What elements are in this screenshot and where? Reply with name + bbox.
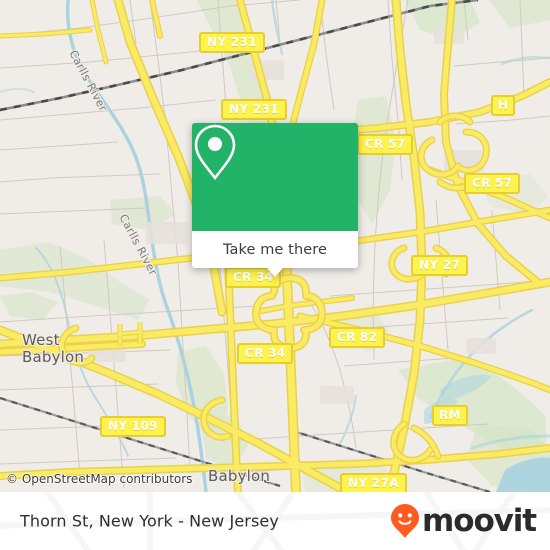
road-shield-label: RM bbox=[439, 408, 461, 422]
road-shield-label: NY 27 bbox=[419, 258, 461, 272]
road-shield-label: NY 27A bbox=[348, 476, 399, 490]
map-canvas[interactable]: West Babylon Babylon Carlls River Carlls… bbox=[0, 0, 550, 492]
road-shield-ny-109[interactable]: NY 109 bbox=[100, 416, 166, 437]
road-shield-rm[interactable]: RM bbox=[432, 405, 468, 426]
road-shield-label: NY 109 bbox=[108, 419, 158, 433]
popup-action-bar[interactable]: Take me there bbox=[192, 231, 358, 268]
road-shield-label: H bbox=[498, 98, 509, 112]
road-shield-label: NY 231 bbox=[229, 102, 279, 116]
road-shield-label: NY 231 bbox=[207, 35, 257, 49]
road-shield-ny-27[interactable]: NY 27 bbox=[411, 255, 469, 276]
road-shield-cr-34-south[interactable]: CR 34 bbox=[237, 343, 294, 364]
popup-image-placeholder bbox=[192, 123, 358, 231]
road-shield-ny-231-south[interactable]: NY 231 bbox=[221, 99, 287, 120]
moovit-wordmark: moovit bbox=[422, 502, 537, 539]
take-me-there-button[interactable]: Take me there bbox=[223, 242, 327, 258]
moovit-smiley-pin-icon bbox=[391, 504, 420, 538]
road-shield-label: CR 82 bbox=[337, 330, 378, 344]
road-shield-h[interactable]: H bbox=[491, 95, 516, 116]
road-shield-label: CR 57 bbox=[365, 137, 406, 151]
road-shield-label: CR 34 bbox=[245, 346, 286, 360]
road-shield-cr-57-west[interactable]: CR 57 bbox=[357, 134, 414, 155]
popup-pointer-tail bbox=[267, 268, 283, 277]
location-popup-card[interactable]: Take me there bbox=[192, 123, 358, 277]
road-shield-ny-27a[interactable]: NY 27A bbox=[340, 473, 407, 492]
footer-bar: Thorn St, New York - New Jersey moovit bbox=[0, 492, 550, 550]
road-shield-cr-57-east[interactable]: CR 57 bbox=[464, 173, 521, 194]
road-shield-label: CR 57 bbox=[472, 176, 513, 190]
road-shield-ny-231-north[interactable]: NY 231 bbox=[199, 32, 265, 53]
road-shield-cr-82[interactable]: CR 82 bbox=[329, 327, 386, 348]
moovit-map-screenshot: West Babylon Babylon Carlls River Carlls… bbox=[0, 0, 550, 550]
openstreetmap-attribution[interactable]: © OpenStreetMap contributors bbox=[6, 472, 192, 486]
moovit-brand-logo[interactable]: moovit bbox=[390, 502, 537, 539]
page-title: Thorn St, New York - New Jersey bbox=[20, 511, 279, 531]
map-pin-icon bbox=[194, 124, 236, 181]
